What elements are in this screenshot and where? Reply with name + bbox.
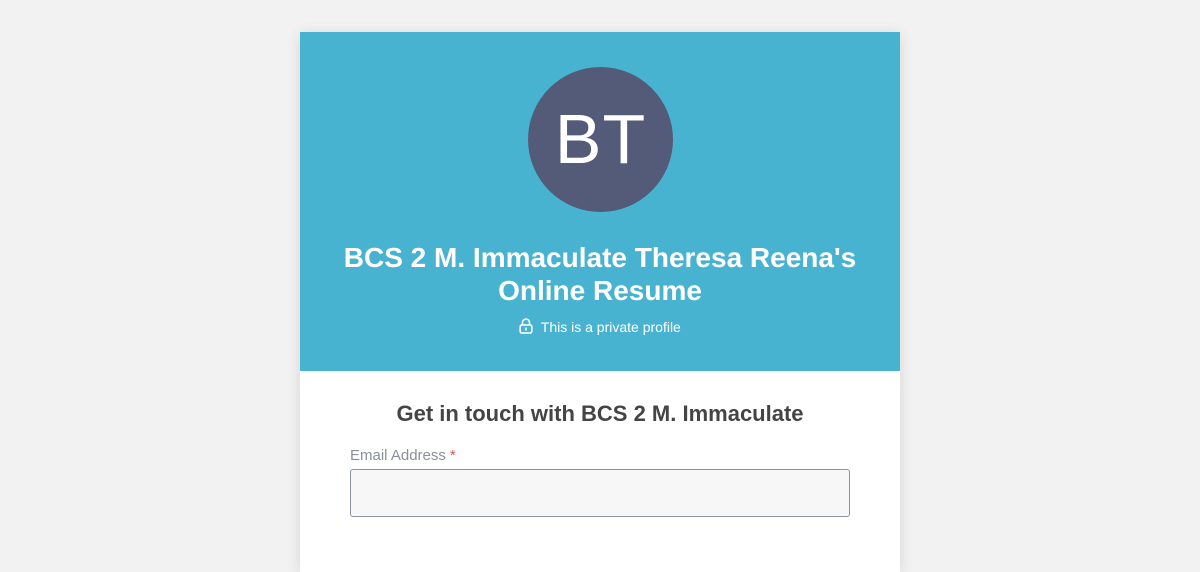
profile-card: BT BCS 2 M. Immaculate Theresa Reena's O… (300, 32, 900, 572)
required-marker: * (449, 447, 456, 464)
avatar: BT (528, 67, 673, 212)
profile-header: BT BCS 2 M. Immaculate Theresa Reena's O… (300, 32, 900, 371)
contact-section: Get in touch with BCS 2 M. Immaculate Em… (300, 371, 900, 517)
private-profile-notice: This is a private profile (300, 318, 900, 336)
email-field-label: Email Address * (350, 447, 850, 465)
email-field[interactable] (350, 469, 850, 517)
contact-heading: Get in touch with BCS 2 M. Immaculate (396, 401, 804, 426)
lock-icon (519, 318, 541, 335)
page-title: BCS 2 M. Immaculate Theresa Reena's Onli… (343, 242, 857, 306)
private-profile-text: This is a private profile (540, 319, 681, 335)
email-label-text: Email Address (350, 447, 446, 464)
